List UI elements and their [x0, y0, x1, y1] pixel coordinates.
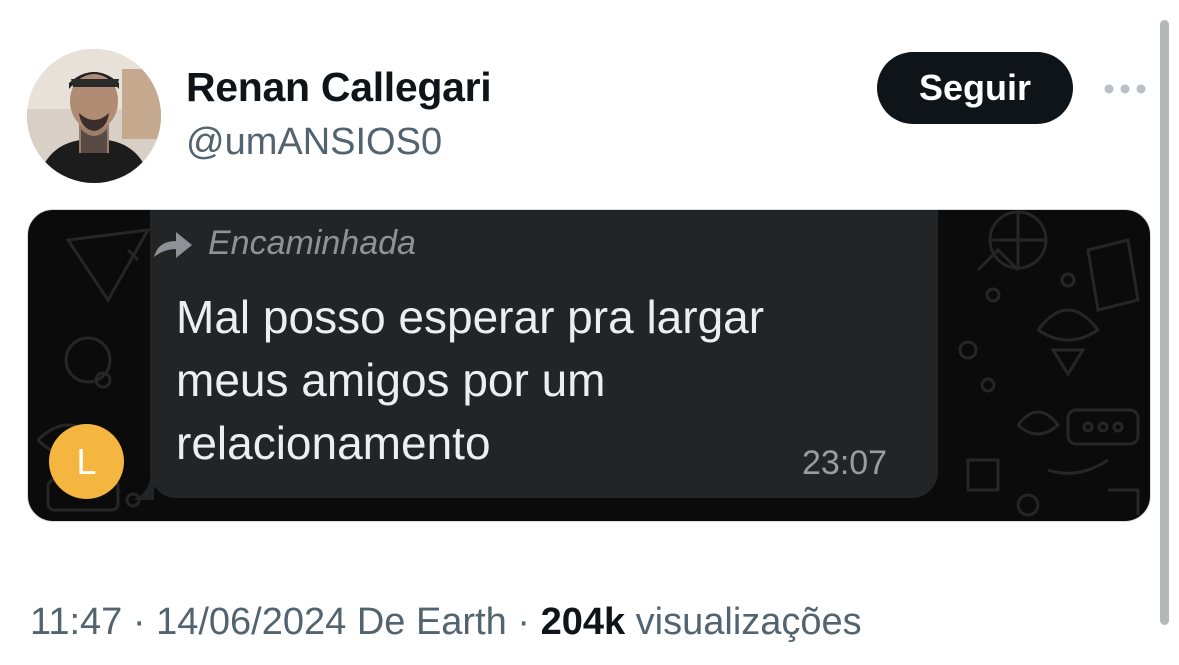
- bubble-tail: [132, 478, 154, 500]
- scrollbar[interactable]: [1160, 20, 1169, 625]
- profile-avatar[interactable]: [27, 49, 161, 183]
- message-line: relacionamento: [176, 417, 491, 469]
- separator: ·: [132, 601, 146, 643]
- message-text: Mal posso esperar pra largar meus amigos…: [176, 286, 896, 475]
- forwarded-label: Encaminhada: [208, 224, 416, 262]
- views-count[interactable]: 204k: [541, 601, 626, 643]
- display-name[interactable]: Renan Callegari: [186, 64, 492, 111]
- forwarded-indicator: Encaminhada: [150, 224, 416, 263]
- follow-button[interactable]: Seguir: [877, 52, 1073, 124]
- tweet-metadata: 11:47 · 14/06/2024 De Earth · 204k visua…: [30, 601, 862, 644]
- views-label: visualizações: [635, 601, 862, 643]
- user-handle[interactable]: @umANSIOS0: [186, 121, 442, 164]
- tweet-source: De Earth: [356, 601, 507, 643]
- tweet-date[interactable]: 14/06/2024: [156, 601, 346, 643]
- message-timestamp: 23:07: [802, 444, 888, 482]
- more-horizontal-icon: [1104, 84, 1146, 94]
- sender-avatar: L: [49, 424, 124, 499]
- separator: ·: [517, 601, 530, 643]
- tweet-time[interactable]: 11:47: [30, 601, 122, 643]
- forward-arrow-icon: [154, 231, 192, 258]
- message-line: meus amigos por um: [176, 354, 606, 406]
- more-options-button[interactable]: [1100, 74, 1150, 104]
- message-line: Mal posso esperar pra largar: [176, 291, 765, 343]
